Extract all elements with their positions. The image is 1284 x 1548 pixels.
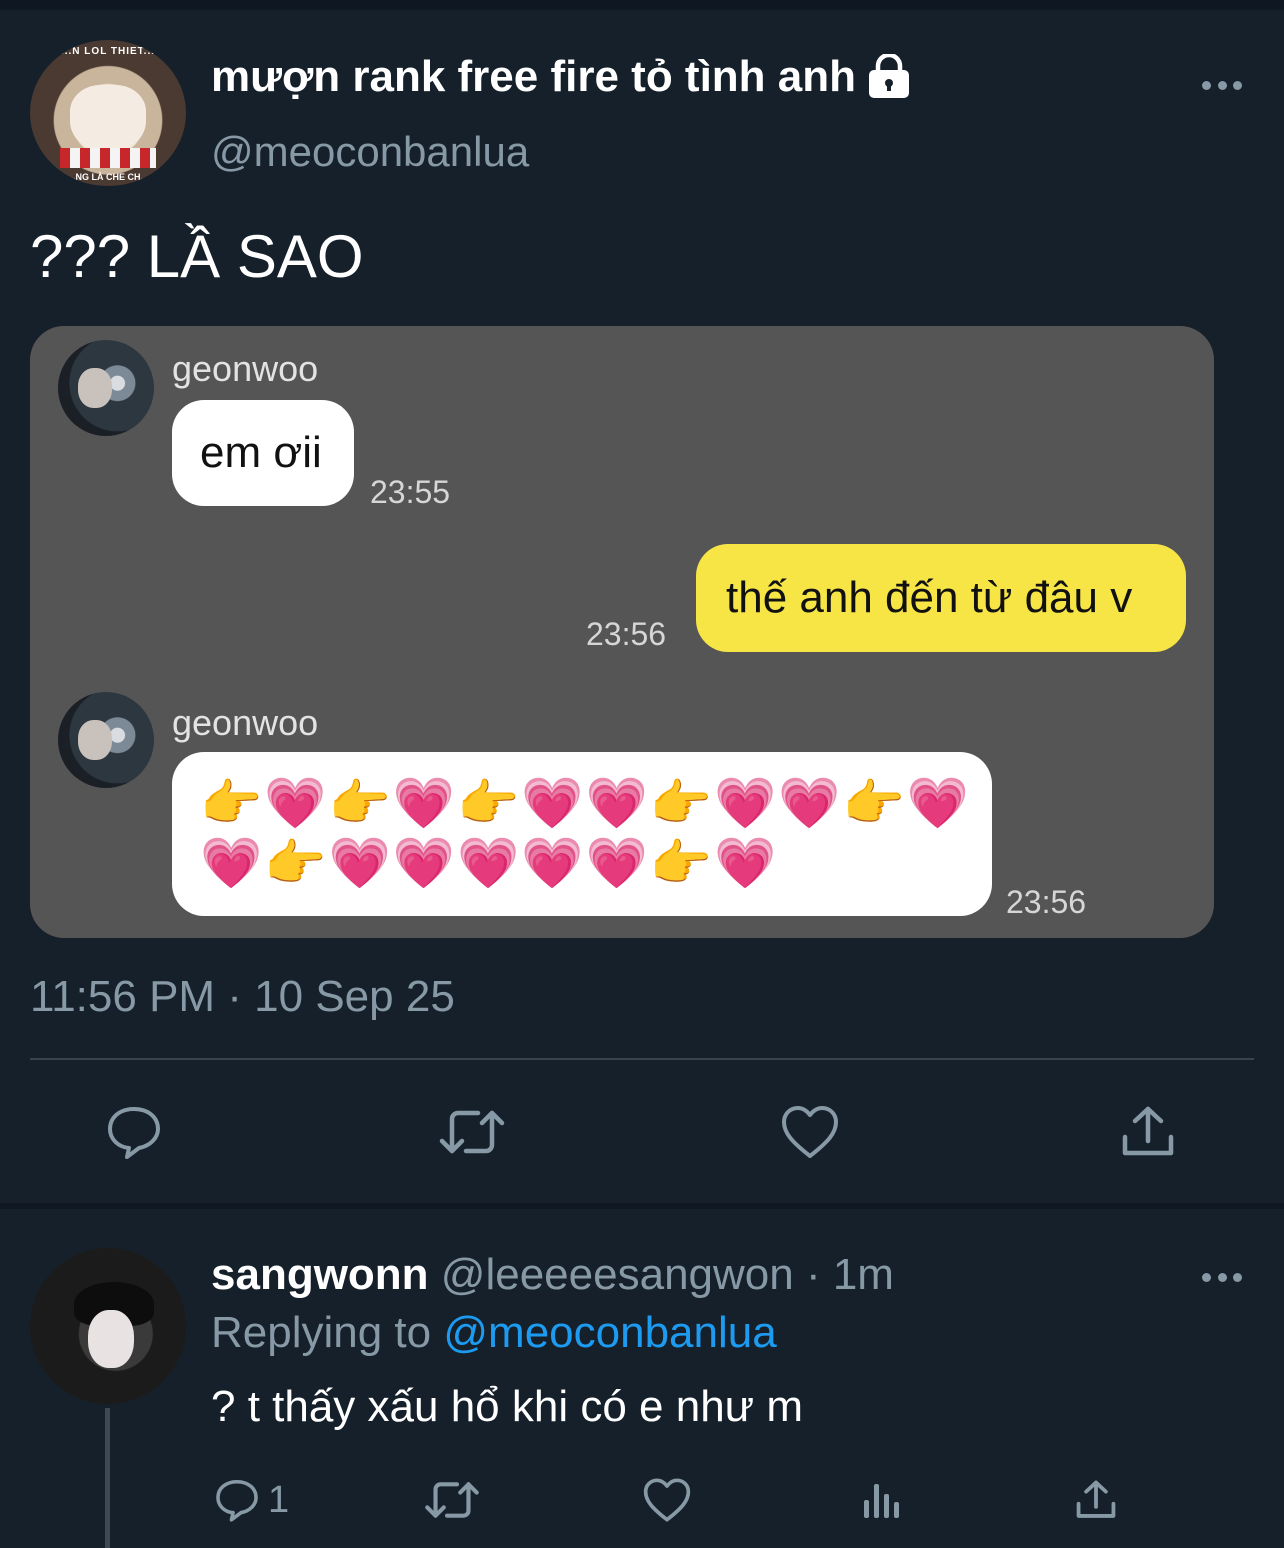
share-icon — [1074, 1478, 1118, 1522]
reply-author-meta[interactable]: @leeeeesangwon · 1m — [441, 1250, 894, 1299]
reply-count: 1 — [268, 1478, 290, 1521]
retweet-icon — [438, 1103, 506, 1161]
chat-avatar — [58, 692, 154, 788]
reply-author-name[interactable]: sangwonn — [211, 1250, 429, 1299]
chat-time: 23:56 — [586, 616, 667, 652]
author-name-row[interactable]: mượn rank free fire tỏ tình anh — [211, 52, 912, 102]
chat-time: 23:55 — [370, 474, 451, 510]
chat-bubble-own: thế anh đến từ đâu v — [696, 544, 1186, 652]
avatar-top-caption: ...N LOL THIET... — [60, 46, 156, 57]
reply-header: sangwonn @leeeeesangwon · 1m — [211, 1250, 894, 1300]
analytics-button[interactable] — [860, 1468, 904, 1532]
reply-icon — [214, 1477, 260, 1523]
share-button[interactable] — [1106, 1090, 1190, 1174]
author-avatar[interactable]: ...N LOL THIET... ...NG LÀ CHE CH... — [30, 40, 186, 186]
section-divider — [0, 1203, 1284, 1209]
replying-to-mention[interactable]: @meoconbanlua — [443, 1308, 776, 1357]
emoji-line: 👉💗👉💗👉💗💗👉💗💗👉💗 — [200, 774, 972, 832]
tweet-action-bar — [0, 1090, 1284, 1174]
reply-reply-button[interactable]: 1 — [214, 1468, 289, 1532]
author-name[interactable]: mượn rank free fire tỏ tình anh — [211, 52, 856, 102]
divider — [30, 1058, 1254, 1060]
reply-like-button[interactable] — [642, 1468, 692, 1532]
chat-sender-name: geonwoo — [172, 348, 319, 389]
reply-button[interactable] — [92, 1090, 176, 1174]
author-handle[interactable]: @meoconbanlua — [211, 128, 529, 176]
chat-sender-name: geonwoo — [172, 702, 319, 743]
reply-avatar[interactable] — [30, 1248, 186, 1404]
replying-to: Replying to @meoconbanlua — [211, 1308, 777, 1358]
chat-bubble: em ơii — [172, 400, 354, 506]
tweet-media-image[interactable]: geonwoo em ơii 23:55 23:56 thế anh đến t… — [30, 326, 1214, 938]
emoji-line: 💗👉💗💗💗💗💗👉💗 — [200, 834, 779, 892]
lock-icon — [866, 54, 912, 100]
reply-text: ? t thấy xấu hổ khi có e như m — [211, 1382, 804, 1431]
retweet-icon — [424, 1476, 480, 1524]
like-icon — [642, 1477, 692, 1523]
share-icon — [1119, 1103, 1177, 1161]
chat-bubble-emoji: 👉💗👉💗👉💗💗👉💗💗👉💗 💗👉💗💗💗💗💗👉💗 — [172, 752, 992, 916]
like-button[interactable] — [768, 1090, 852, 1174]
top-border — [0, 0, 1284, 10]
reply-icon — [105, 1103, 163, 1161]
like-icon — [780, 1104, 840, 1160]
analytics-icon — [860, 1478, 904, 1522]
retweet-button[interactable] — [430, 1090, 514, 1174]
tweet-timestamp[interactable]: 11:56 PM · 10 Sep 25 — [30, 972, 455, 1022]
chat-avatar — [58, 340, 154, 436]
replying-to-label: Replying to — [211, 1308, 432, 1357]
reply-retweet-button[interactable] — [424, 1468, 480, 1532]
avatar-bottom-caption: ...NG LÀ CHE CH... — [67, 172, 148, 182]
more-icon[interactable] — [1202, 78, 1242, 92]
reply-share-button[interactable] — [1074, 1468, 1118, 1532]
chat-time: 23:56 — [1006, 884, 1087, 920]
more-icon[interactable] — [1202, 1270, 1242, 1284]
reply-action-bar: 1 — [0, 1468, 1284, 1532]
tweet-text: ??? LẦ SAO — [30, 223, 364, 290]
